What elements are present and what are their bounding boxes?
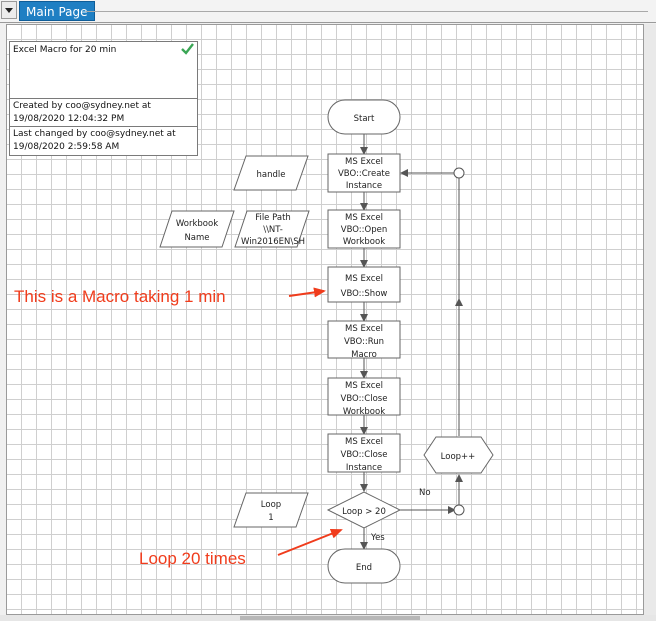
tab-main-page[interactable]: Main Page	[19, 1, 95, 21]
tab-strip: Main Page	[0, 0, 656, 23]
created-date-text: 19/08/2020 12:04:32 PM	[13, 114, 125, 124]
tab-strip-line	[86, 11, 648, 12]
check-icon	[181, 43, 194, 55]
changed-date-text: 19/08/2020 2:59:58 AM	[13, 142, 120, 152]
process-info-box[interactable]: Excel Macro for 20 min Created by coo@sy…	[9, 41, 198, 156]
changed-by-text: Last changed by coo@sydney.net at	[13, 129, 176, 139]
horizontal-scrollbar-thumb[interactable]	[240, 616, 420, 620]
vertical-scrollbar[interactable]	[644, 24, 656, 615]
created-info: Created by coo@sydney.net at 19/08/2020 …	[10, 98, 197, 126]
tab-dropdown-button[interactable]	[1, 1, 17, 19]
process-title: Excel Macro for 20 min	[13, 45, 117, 55]
changed-info: Last changed by coo@sydney.net at 19/08/…	[10, 126, 197, 156]
horizontal-scrollbar[interactable]	[0, 615, 656, 621]
created-by-text: Created by coo@sydney.net at	[13, 101, 151, 111]
